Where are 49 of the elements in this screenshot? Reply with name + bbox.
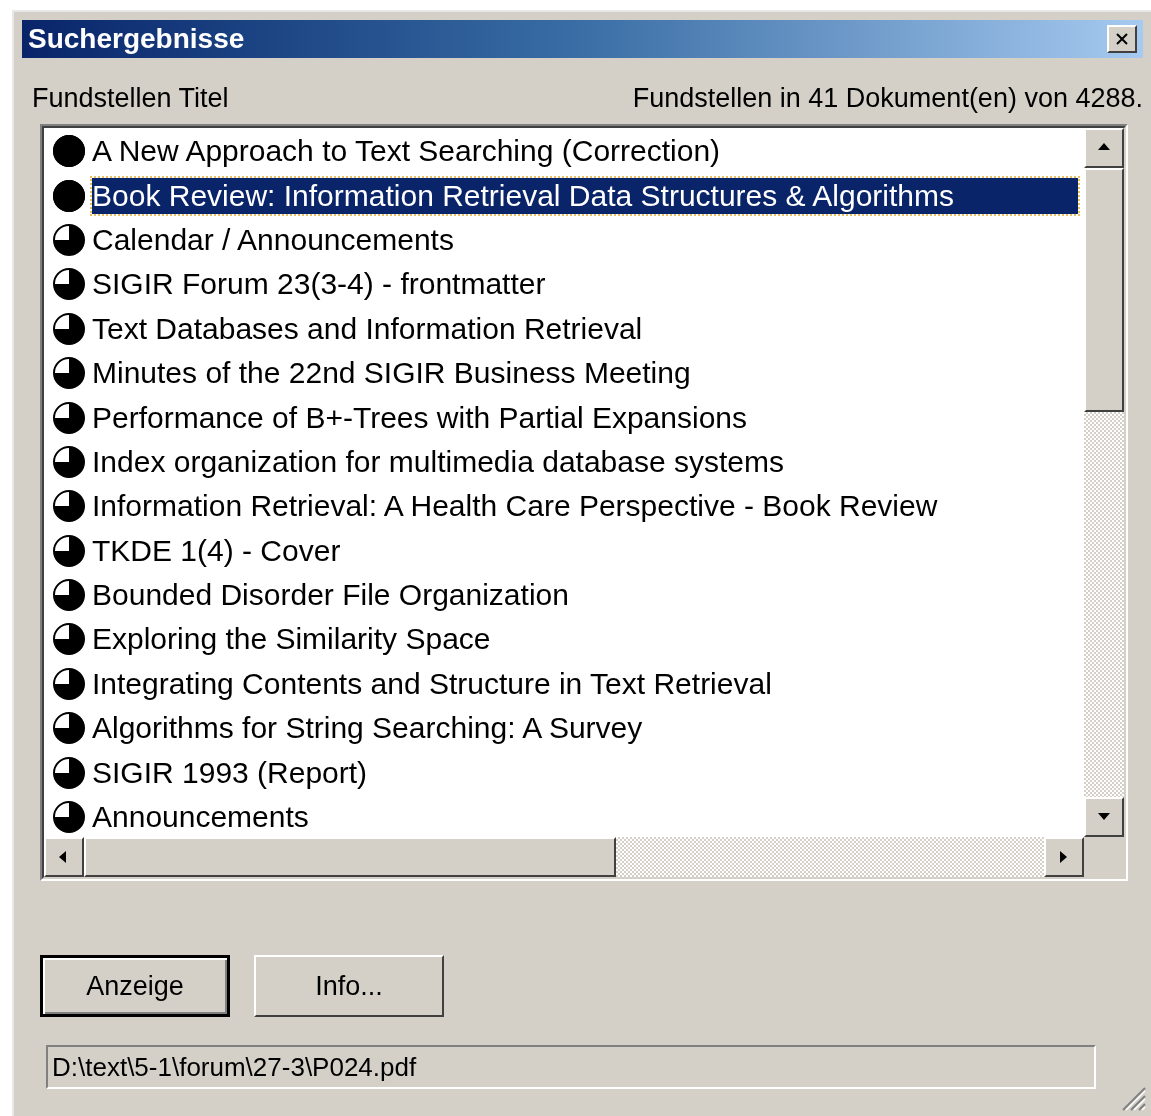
result-title[interactable]: Integrating Contents and Structure in Text Retrieval bbox=[92, 665, 892, 702]
scroll-right-button[interactable] bbox=[1044, 837, 1084, 877]
result-title[interactable]: Announcements bbox=[92, 799, 429, 836]
relevance-pie-icon bbox=[52, 222, 86, 257]
dialog-button[interactable]: Info... bbox=[254, 955, 444, 1017]
dialog-button[interactable]: Anzeige bbox=[40, 955, 230, 1017]
result-title[interactable]: Information Retrieval: A Health Care Perspective - Book Review bbox=[92, 488, 1058, 525]
result-title[interactable]: TKDE 1(4) - Cover bbox=[92, 532, 461, 569]
result-title[interactable]: Exploring the Similarity Space bbox=[92, 621, 611, 658]
result-title[interactable]: A New Approach to Text Searching (Correction) bbox=[92, 133, 841, 170]
vertical-scrollbar[interactable] bbox=[1084, 128, 1124, 837]
horizontal-scrollbar[interactable] bbox=[44, 837, 1084, 877]
file-path-field: D:\text\5-1\forum\27-3\P024.pdf bbox=[46, 1045, 1096, 1089]
relevance-pie-icon bbox=[52, 489, 86, 524]
relevance-pie-icon bbox=[52, 800, 86, 835]
scroll-left-button[interactable] bbox=[44, 837, 84, 877]
relevance-pie-icon bbox=[52, 400, 86, 435]
result-title[interactable]: Index organization for multimedia database systems bbox=[92, 443, 905, 480]
result-title[interactable]: Minutes of the 22nd SIGIR Business Meeting bbox=[92, 355, 811, 392]
scroll-down-button[interactable] bbox=[1084, 797, 1124, 837]
result-title[interactable]: Performance of B+-Trees with Partial Expansions bbox=[92, 399, 867, 436]
window-title: Suchergebnisse bbox=[28, 22, 245, 56]
close-button[interactable] bbox=[1107, 25, 1137, 53]
relevance-pie-icon bbox=[52, 533, 86, 568]
scroll-thumb[interactable] bbox=[1084, 168, 1124, 412]
relevance-pie-icon bbox=[52, 178, 86, 213]
result-title[interactable]: Calendar / Announcements bbox=[92, 221, 574, 258]
result-title[interactable]: SIGIR 1993 (Report) bbox=[92, 754, 488, 791]
relevance-pie-icon bbox=[52, 356, 86, 391]
relevance-pie-icon bbox=[52, 267, 86, 302]
relevance-pie-icon bbox=[52, 578, 86, 613]
relevance-pie-icon bbox=[52, 311, 86, 346]
relevance-pie-icon bbox=[52, 755, 86, 790]
relevance-pie-icon bbox=[52, 711, 86, 746]
scroll-thumb[interactable] bbox=[84, 837, 616, 877]
result-count: Fundstellen in 41 Dokument(en) von 4288. bbox=[632, 81, 1143, 115]
close-icon bbox=[1114, 31, 1130, 47]
relevance-pie-icon bbox=[52, 666, 86, 701]
result-title[interactable]: SIGIR Forum 23(3-4) - frontmatter bbox=[92, 266, 666, 303]
scroll-up-button[interactable] bbox=[1084, 128, 1124, 168]
result-title[interactable]: Text Databases and Information Retrieval bbox=[92, 310, 763, 347]
scrollbar-corner bbox=[1084, 837, 1124, 877]
result-title[interactable]: Bounded Disorder File Organization bbox=[92, 577, 689, 614]
relevance-pie-icon bbox=[52, 444, 86, 479]
result-title[interactable]: Algorithms for String Searching: A Survey bbox=[92, 710, 763, 747]
relevance-pie-icon bbox=[52, 134, 86, 169]
relevance-pie-icon bbox=[52, 622, 86, 657]
result-title[interactable]: Book Review: Information Retrieval Data Structures & Algorithms bbox=[92, 177, 1079, 214]
column-heading: Fundstellen Titel bbox=[32, 81, 229, 115]
